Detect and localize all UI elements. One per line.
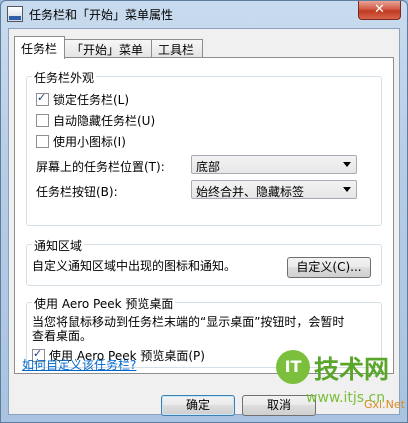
buttons-select-value: 始终合并、隐藏标签	[196, 185, 305, 199]
buttons-label: 任务栏按钮(B):	[36, 185, 118, 199]
appearance-group-label: 任务栏外观	[32, 69, 97, 86]
taskbar-properties-icon	[7, 6, 23, 22]
tab-start-menu[interactable]: 「开始」菜单	[64, 39, 152, 58]
tab-toolbars[interactable]: 工具栏	[151, 39, 203, 58]
autohide-label: 自动隐藏任务栏(U)	[53, 114, 156, 128]
title-bar[interactable]: 任务栏和「开始」菜单属性 ✕	[1, 1, 407, 27]
location-select-value: 底部	[196, 160, 221, 174]
location-select[interactable]: 底部	[191, 155, 357, 174]
appearance-group: 任务栏外观 锁定任务栏(L) 自动隐藏任务栏(U) 使用小图标(I) 屏幕上的任…	[26, 69, 382, 226]
cancel-button[interactable]: 取消	[242, 395, 316, 416]
notification-description: 自定义通知区域中出现的图标和通知。	[32, 259, 237, 273]
small-icons-checkbox[interactable]	[36, 135, 49, 148]
buttons-select[interactable]: 始终合并、隐藏标签	[191, 180, 357, 199]
autohide-row[interactable]: 自动隐藏任务栏(U)	[36, 112, 155, 128]
lock-taskbar-checkbox[interactable]	[36, 91, 49, 106]
chevron-down-icon	[343, 187, 351, 192]
chevron-down-icon	[343, 162, 351, 167]
autohide-checkbox[interactable]	[36, 114, 49, 127]
ok-button[interactable]: 确定	[161, 395, 235, 416]
window-title: 任务栏和「开始」菜单属性	[29, 8, 174, 22]
dialog-window: 任务栏和「开始」菜单属性 ✕ 任务栏 「开始」菜单 工具栏 任务栏外观 锁定任务…	[0, 0, 408, 423]
aero-peek-group-label: 使用 Aero Peek 预览桌面	[32, 295, 176, 312]
lock-taskbar-row[interactable]: 锁定任务栏(L)	[36, 91, 129, 107]
tab-panel: 任务栏外观 锁定任务栏(L) 自动隐藏任务栏(U) 使用小图标(I) 屏幕上的任…	[14, 57, 394, 374]
dialog-client-area: 任务栏 「开始」菜单 工具栏 任务栏外观 锁定任务栏(L) 自动隐藏任务栏(U)…	[8, 28, 400, 416]
customize-notifications-button[interactable]: 自定义(C)...	[287, 257, 371, 278]
tab-taskbar[interactable]: 任务栏	[14, 36, 65, 59]
location-label: 屏幕上的任务栏位置(T):	[36, 160, 165, 174]
close-button[interactable]: ✕	[358, 1, 401, 20]
notification-group: 通知区域 自定义通知区域中出现的图标和通知。 自定义(C)...	[26, 237, 382, 286]
lock-taskbar-label: 锁定任务栏(L)	[53, 93, 130, 107]
small-icons-row[interactable]: 使用小图标(I)	[36, 133, 126, 149]
customize-taskbar-help-link[interactable]: 如何自定义该任务栏?	[22, 356, 136, 373]
small-icons-label: 使用小图标(I)	[53, 135, 126, 149]
aero-peek-description-line2: 查看桌面。	[32, 329, 93, 343]
notification-group-label: 通知区域	[32, 237, 85, 254]
